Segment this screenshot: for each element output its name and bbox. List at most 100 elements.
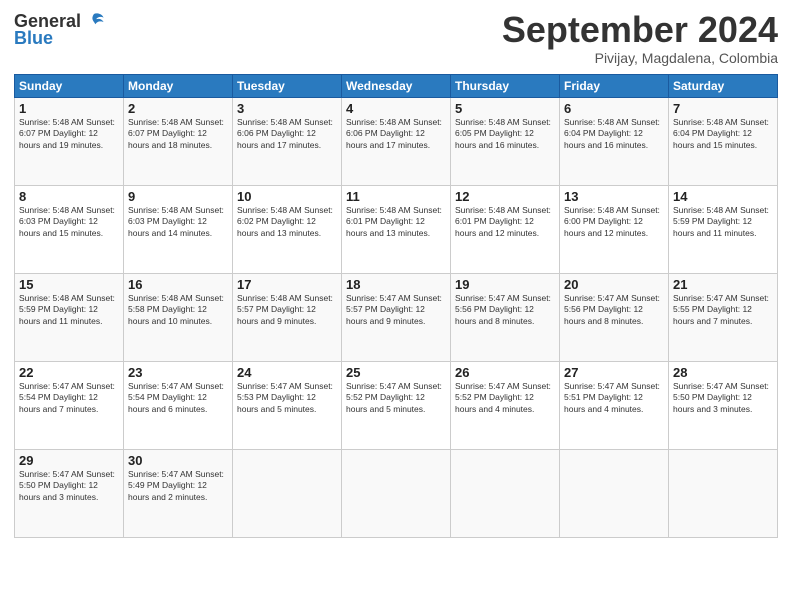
day-number: 10 xyxy=(237,189,337,204)
table-row: 24Sunrise: 5:47 AM Sunset: 5:53 PM Dayli… xyxy=(233,361,342,449)
day-number: 19 xyxy=(455,277,555,292)
day-info: Sunrise: 5:48 AM Sunset: 6:04 PM Dayligh… xyxy=(564,117,664,151)
day-number: 24 xyxy=(237,365,337,380)
day-number: 2 xyxy=(128,101,228,116)
day-number: 6 xyxy=(564,101,664,116)
month-title: September 2024 xyxy=(502,10,778,50)
day-info: Sunrise: 5:48 AM Sunset: 5:59 PM Dayligh… xyxy=(673,205,773,239)
table-row: 27Sunrise: 5:47 AM Sunset: 5:51 PM Dayli… xyxy=(560,361,669,449)
day-info: Sunrise: 5:48 AM Sunset: 6:03 PM Dayligh… xyxy=(128,205,228,239)
table-row: 16Sunrise: 5:48 AM Sunset: 5:58 PM Dayli… xyxy=(124,273,233,361)
table-row: 21Sunrise: 5:47 AM Sunset: 5:55 PM Dayli… xyxy=(669,273,778,361)
table-row: 12Sunrise: 5:48 AM Sunset: 6:01 PM Dayli… xyxy=(451,185,560,273)
day-number: 25 xyxy=(346,365,446,380)
col-monday: Monday xyxy=(124,74,233,97)
day-info: Sunrise: 5:48 AM Sunset: 6:03 PM Dayligh… xyxy=(19,205,119,239)
table-row: 13Sunrise: 5:48 AM Sunset: 6:00 PM Dayli… xyxy=(560,185,669,273)
calendar-week-row: 22Sunrise: 5:47 AM Sunset: 5:54 PM Dayli… xyxy=(15,361,778,449)
logo-blue: Blue xyxy=(14,28,53,49)
day-info: Sunrise: 5:48 AM Sunset: 6:07 PM Dayligh… xyxy=(128,117,228,151)
col-friday: Friday xyxy=(560,74,669,97)
table-row: 5Sunrise: 5:48 AM Sunset: 6:05 PM Daylig… xyxy=(451,97,560,185)
table-row: 15Sunrise: 5:48 AM Sunset: 5:59 PM Dayli… xyxy=(15,273,124,361)
day-info: Sunrise: 5:47 AM Sunset: 5:54 PM Dayligh… xyxy=(128,381,228,415)
table-row: 19Sunrise: 5:47 AM Sunset: 5:56 PM Dayli… xyxy=(451,273,560,361)
day-info: Sunrise: 5:48 AM Sunset: 6:04 PM Dayligh… xyxy=(673,117,773,151)
day-info: Sunrise: 5:47 AM Sunset: 5:52 PM Dayligh… xyxy=(346,381,446,415)
day-number: 9 xyxy=(128,189,228,204)
table-row: 1Sunrise: 5:48 AM Sunset: 6:07 PM Daylig… xyxy=(15,97,124,185)
location-subtitle: Pivijay, Magdalena, Colombia xyxy=(502,50,778,66)
table-row: 14Sunrise: 5:48 AM Sunset: 5:59 PM Dayli… xyxy=(669,185,778,273)
day-number: 17 xyxy=(237,277,337,292)
day-number: 14 xyxy=(673,189,773,204)
table-row: 23Sunrise: 5:47 AM Sunset: 5:54 PM Dayli… xyxy=(124,361,233,449)
calendar-week-row: 1Sunrise: 5:48 AM Sunset: 6:07 PM Daylig… xyxy=(15,97,778,185)
day-number: 11 xyxy=(346,189,446,204)
table-row xyxy=(451,449,560,537)
day-info: Sunrise: 5:47 AM Sunset: 5:57 PM Dayligh… xyxy=(346,293,446,327)
day-number: 23 xyxy=(128,365,228,380)
col-wednesday: Wednesday xyxy=(342,74,451,97)
table-row: 17Sunrise: 5:48 AM Sunset: 5:57 PM Dayli… xyxy=(233,273,342,361)
col-tuesday: Tuesday xyxy=(233,74,342,97)
day-number: 5 xyxy=(455,101,555,116)
table-row: 18Sunrise: 5:47 AM Sunset: 5:57 PM Dayli… xyxy=(342,273,451,361)
table-row: 30Sunrise: 5:47 AM Sunset: 5:49 PM Dayli… xyxy=(124,449,233,537)
day-info: Sunrise: 5:47 AM Sunset: 5:55 PM Dayligh… xyxy=(673,293,773,327)
day-number: 29 xyxy=(19,453,119,468)
table-row: 2Sunrise: 5:48 AM Sunset: 6:07 PM Daylig… xyxy=(124,97,233,185)
day-info: Sunrise: 5:47 AM Sunset: 5:54 PM Dayligh… xyxy=(19,381,119,415)
day-info: Sunrise: 5:47 AM Sunset: 5:51 PM Dayligh… xyxy=(564,381,664,415)
day-number: 26 xyxy=(455,365,555,380)
table-row xyxy=(669,449,778,537)
table-row: 4Sunrise: 5:48 AM Sunset: 6:06 PM Daylig… xyxy=(342,97,451,185)
day-number: 28 xyxy=(673,365,773,380)
table-row: 29Sunrise: 5:47 AM Sunset: 5:50 PM Dayli… xyxy=(15,449,124,537)
calendar-week-row: 15Sunrise: 5:48 AM Sunset: 5:59 PM Dayli… xyxy=(15,273,778,361)
table-row: 8Sunrise: 5:48 AM Sunset: 6:03 PM Daylig… xyxy=(15,185,124,273)
table-row xyxy=(342,449,451,537)
day-info: Sunrise: 5:48 AM Sunset: 6:06 PM Dayligh… xyxy=(237,117,337,151)
table-row: 26Sunrise: 5:47 AM Sunset: 5:52 PM Dayli… xyxy=(451,361,560,449)
day-info: Sunrise: 5:47 AM Sunset: 5:49 PM Dayligh… xyxy=(128,469,228,503)
logo-bird-icon xyxy=(83,10,105,32)
day-number: 7 xyxy=(673,101,773,116)
page: General Blue September 2024 Pivijay, Mag… xyxy=(0,0,792,612)
day-number: 18 xyxy=(346,277,446,292)
table-row: 3Sunrise: 5:48 AM Sunset: 6:06 PM Daylig… xyxy=(233,97,342,185)
table-row: 9Sunrise: 5:48 AM Sunset: 6:03 PM Daylig… xyxy=(124,185,233,273)
table-row: 11Sunrise: 5:48 AM Sunset: 6:01 PM Dayli… xyxy=(342,185,451,273)
day-number: 1 xyxy=(19,101,119,116)
day-info: Sunrise: 5:47 AM Sunset: 5:50 PM Dayligh… xyxy=(673,381,773,415)
day-info: Sunrise: 5:48 AM Sunset: 6:02 PM Dayligh… xyxy=(237,205,337,239)
col-thursday: Thursday xyxy=(451,74,560,97)
day-info: Sunrise: 5:48 AM Sunset: 6:07 PM Dayligh… xyxy=(19,117,119,151)
col-sunday: Sunday xyxy=(15,74,124,97)
table-row: 25Sunrise: 5:47 AM Sunset: 5:52 PM Dayli… xyxy=(342,361,451,449)
calendar-week-row: 29Sunrise: 5:47 AM Sunset: 5:50 PM Dayli… xyxy=(15,449,778,537)
table-row: 22Sunrise: 5:47 AM Sunset: 5:54 PM Dayli… xyxy=(15,361,124,449)
day-number: 21 xyxy=(673,277,773,292)
day-info: Sunrise: 5:48 AM Sunset: 6:01 PM Dayligh… xyxy=(455,205,555,239)
day-number: 3 xyxy=(237,101,337,116)
table-row: 7Sunrise: 5:48 AM Sunset: 6:04 PM Daylig… xyxy=(669,97,778,185)
logo: General Blue xyxy=(14,10,105,49)
day-info: Sunrise: 5:48 AM Sunset: 6:00 PM Dayligh… xyxy=(564,205,664,239)
calendar-header-row: Sunday Monday Tuesday Wednesday Thursday… xyxy=(15,74,778,97)
day-number: 30 xyxy=(128,453,228,468)
col-saturday: Saturday xyxy=(669,74,778,97)
day-number: 16 xyxy=(128,277,228,292)
day-info: Sunrise: 5:47 AM Sunset: 5:56 PM Dayligh… xyxy=(455,293,555,327)
day-number: 12 xyxy=(455,189,555,204)
table-row xyxy=(560,449,669,537)
day-info: Sunrise: 5:47 AM Sunset: 5:53 PM Dayligh… xyxy=(237,381,337,415)
day-info: Sunrise: 5:48 AM Sunset: 6:01 PM Dayligh… xyxy=(346,205,446,239)
day-info: Sunrise: 5:48 AM Sunset: 5:58 PM Dayligh… xyxy=(128,293,228,327)
day-number: 13 xyxy=(564,189,664,204)
day-number: 8 xyxy=(19,189,119,204)
table-row: 10Sunrise: 5:48 AM Sunset: 6:02 PM Dayli… xyxy=(233,185,342,273)
day-number: 4 xyxy=(346,101,446,116)
day-info: Sunrise: 5:47 AM Sunset: 5:50 PM Dayligh… xyxy=(19,469,119,503)
day-number: 20 xyxy=(564,277,664,292)
